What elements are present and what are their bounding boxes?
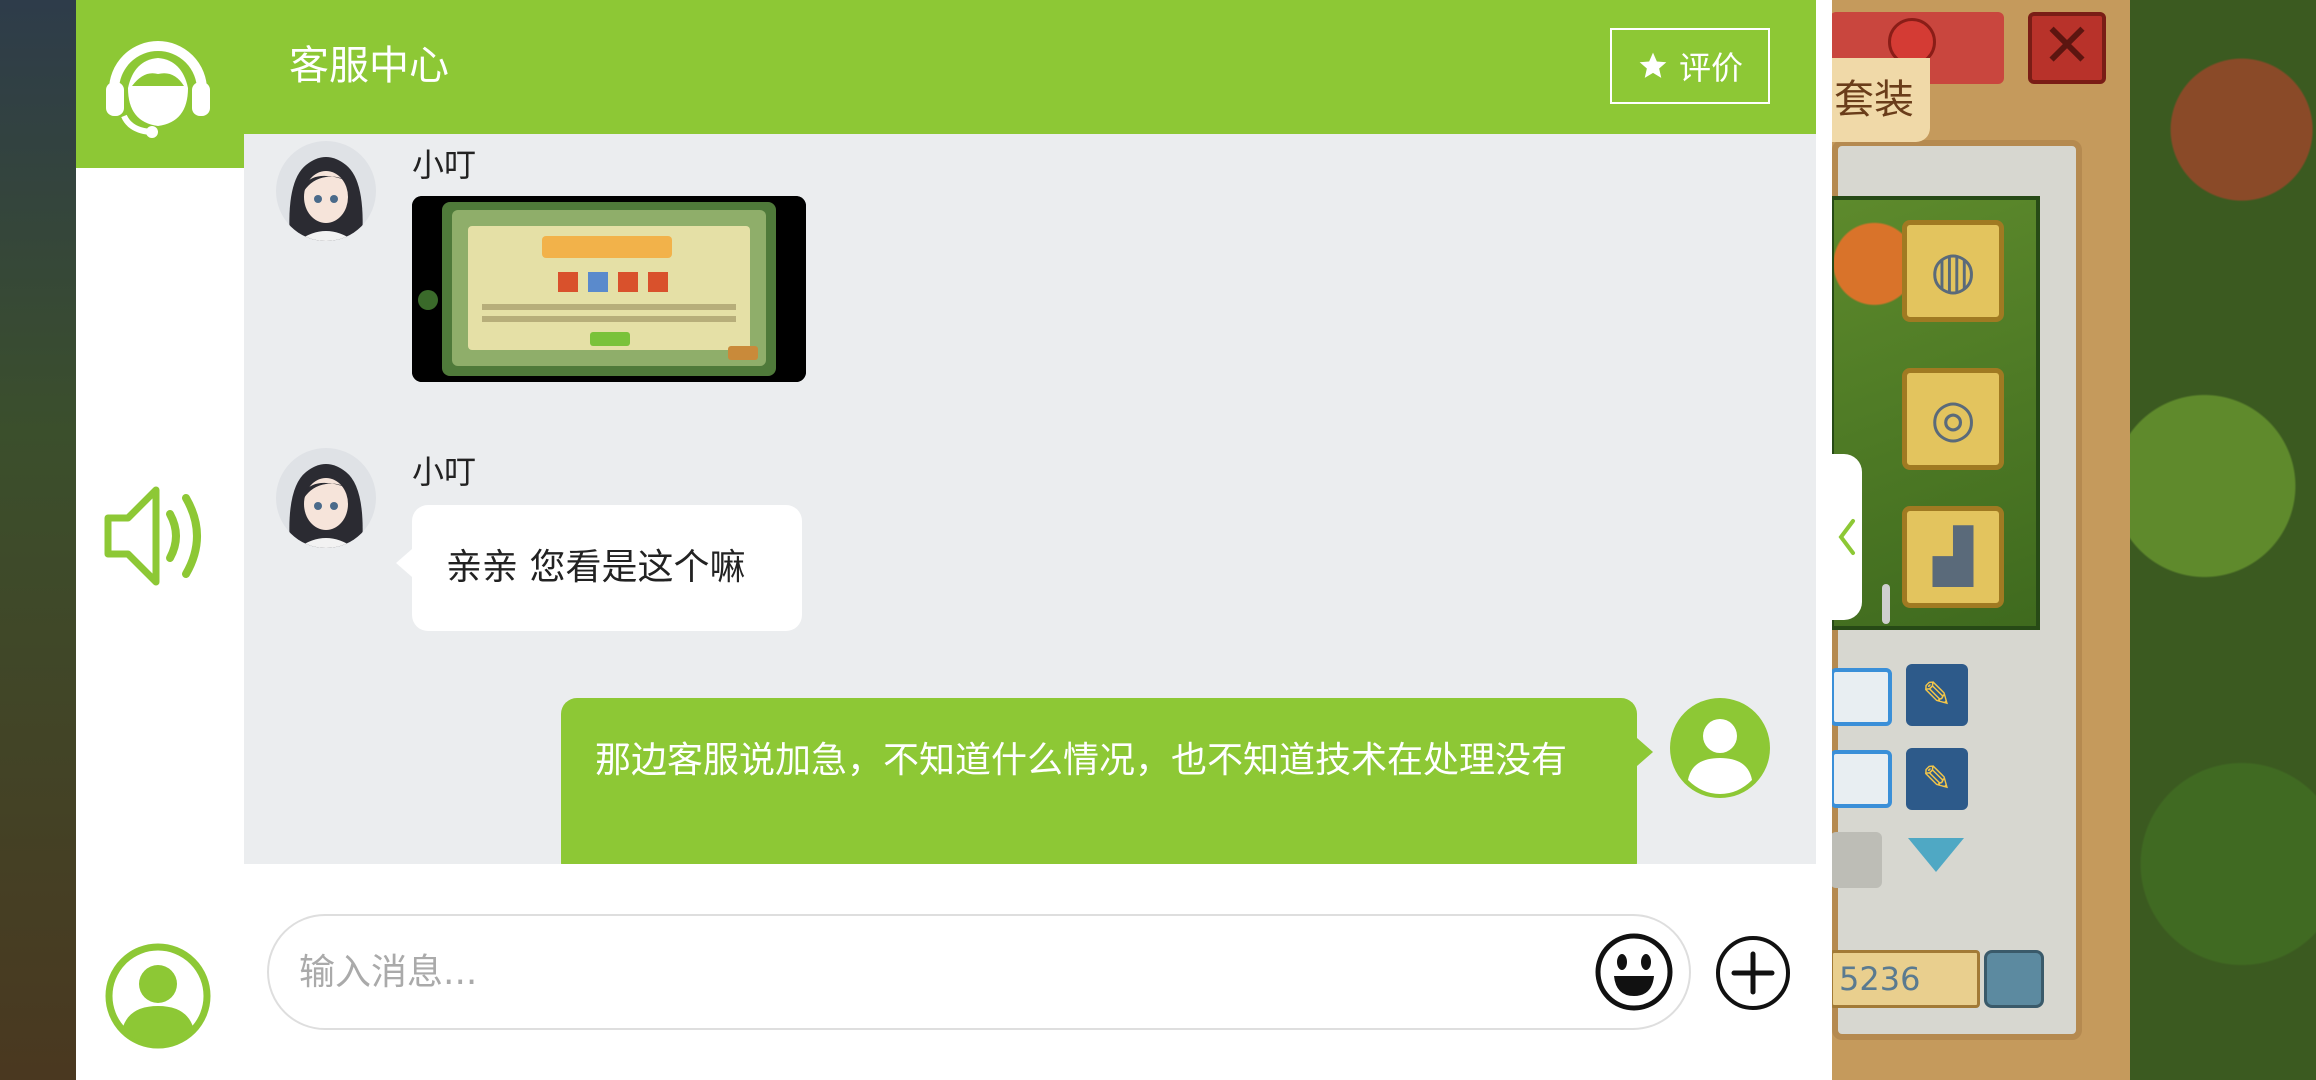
plus-icon[interactable] [1714,934,1792,1012]
game-slot-boots[interactable]: ▟ [1902,506,2004,608]
star-icon [1639,52,1667,78]
page-title: 客服中心 [289,43,449,89]
game-field-1[interactable] [1830,668,1892,726]
user-avatar-icon [1670,698,1770,798]
speaker-icon[interactable] [104,480,212,592]
chat-scrollbar[interactable] [1882,584,1890,624]
emoji-icon[interactable] [1594,932,1674,1012]
game-scene-left [0,0,76,1080]
user-icon[interactable] [104,942,212,1050]
sender-name: 小叮 [412,453,477,491]
game-screenshot-thumbnail [412,196,806,382]
agent-avatar [276,448,376,548]
game-close-button[interactable]: ✕ [2028,12,2106,84]
game-field-2[interactable] [1830,750,1892,808]
message-input[interactable] [267,914,1691,1030]
customer-service-window: 客服中心 评价 小叮 小叮 亲亲 您看是这个嘛 那边客服说加急，不知道什么情况，… [76,0,1890,1080]
game-tab-outfit[interactable]: 套装 [1830,58,1930,142]
sender-name: 小叮 [412,146,477,184]
game-slot-fan[interactable]: ◍ [1902,220,2004,322]
agent-message-bubble: 亲亲 您看是这个嘛 [396,505,802,631]
game-pencil-icon[interactable]: ✎ [1906,664,1968,726]
rate-button[interactable]: 评价 [1610,28,1770,104]
user-message-bubble: 那边客服说加急，不知道什么情况，也不知道技术在处理没有 [561,698,1653,864]
collapse-panel-button[interactable] [1832,454,1862,620]
headset-icon [106,41,210,138]
chevron-left-icon [1838,519,1855,555]
image-message[interactable] [412,196,806,382]
chat-messages-area[interactable]: 小叮 小叮 亲亲 您看是这个嘛 那边客服说加急，不知道什么情况，也不知道技术在处… [244,134,1816,864]
agent-avatar [276,141,376,241]
game-slot-item[interactable]: ◎ [1902,368,2004,470]
game-dropdown-arrow-icon[interactable] [1908,838,1964,872]
input-bar [244,864,1816,1080]
game-number: 5236 [1830,950,1980,1008]
rate-button-label: 评价 [1678,49,1743,87]
game-pencil-icon[interactable]: ✎ [1906,748,1968,810]
game-grey-field [1830,832,1882,888]
game-scene-right [2130,0,2316,1080]
game-camera-icon[interactable] [1984,950,2044,1008]
